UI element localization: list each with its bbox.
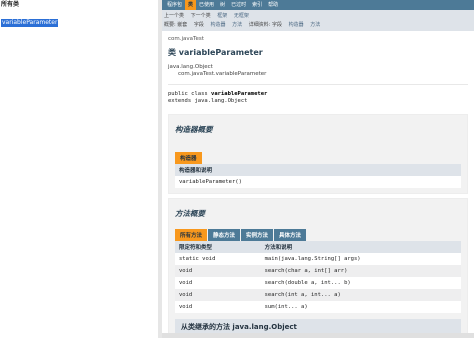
method-link[interactable]: sum(int... a) [260,301,461,313]
detail-method-link[interactable]: 方法 [310,22,320,28]
method-modifier: static void [175,253,261,265]
nav-class: 类 [185,0,197,10]
method-link[interactable]: search(char a, int[] arr) [260,265,461,277]
horizontal-scrollbar[interactable] [162,333,474,338]
class-link-variableparameter[interactable]: variableParameter [1,19,59,27]
constructor-row[interactable]: variableParameter() [175,176,461,188]
summary-method-link[interactable]: 方法 [232,22,242,28]
class-content: com.javaTest 类 variableParameter java.la… [162,31,474,338]
method-tabs: 所有方法 静态方法 实例方法 具体方法 [175,229,461,241]
summary-field: 字段 [193,22,204,28]
method-summary: 方法概要 所有方法 静态方法 实例方法 具体方法 限定符和类型 方法和说明 st… [168,198,468,338]
tab-all-methods[interactable]: 所有方法 [175,229,208,241]
method-link[interactable]: search(int a, int... a) [260,289,461,301]
inheritance-child: com.javaTest.variableParameter [178,71,267,77]
constructor-column-header: 构造器和说明 [175,164,461,176]
nav-tree[interactable]: 树 [217,0,228,10]
method-link[interactable]: search(double a, int... b) [260,277,461,289]
summary-constructor-link[interactable]: 构造器 [210,22,225,28]
nav-help[interactable]: 帮助 [265,0,281,10]
method-modifier: void [175,289,261,301]
method-modifier: void [175,301,261,313]
nav-use[interactable]: 已使用 [196,0,217,10]
prev-class-link[interactable]: 上一个类 [164,13,184,19]
method-modifier: void [175,265,261,277]
inheritance-parent: java.lang.Object [168,64,213,70]
method-desc-header: 方法和说明 [260,241,461,253]
constructor-summary-heading: 构造器概要 [175,125,213,134]
class-declaration: public class variableParameter extends j… [168,91,468,105]
divider [168,84,468,85]
detail-field-label: 详细资料: 字段 [248,22,282,28]
nav-package[interactable]: 程序包 [164,0,185,10]
all-classes-frame: 所有类 variableParameter [0,0,160,338]
tab-concrete-methods[interactable]: 具体方法 [274,229,307,241]
top-navbar: 程序包 类 已使用 树 已过时 索引 帮助 [162,0,474,10]
class-title: 类 variableParameter [168,48,263,57]
nav-index[interactable]: 索引 [249,0,265,10]
summary-nested-label: 概要: 嵌套 [164,22,188,28]
class-detail-frame: 程序包 类 已使用 树 已过时 索引 帮助 上一个类 下一个类 框架 无框架 概… [162,0,474,338]
method-table: 限定符和类型 方法和说明 static void main(java.lang.S… [175,241,461,313]
nav-deprecated[interactable]: 已过时 [228,0,249,10]
method-link[interactable]: main(java.lang.String[] args) [260,253,461,265]
method-modifier-header: 限定符和类型 [175,241,261,253]
no-frames-link[interactable]: 无框架 [234,13,249,19]
sub-navbar: 上一个类 下一个类 框架 无框架 概要: 嵌套 字段 构造器 方法 详细资料: … [162,10,474,31]
decl-extends: extends java.lang.Object [168,98,248,104]
inheritance-tree: java.lang.Object com.javaTest.variablePa… [168,64,468,78]
all-classes-title: 所有类 [1,1,20,8]
constructor-summary: 构造器概要 构造器 构造器和说明 variableParameter() [168,114,468,194]
method-modifier: void [175,277,261,289]
detail-constructor-link[interactable]: 构造器 [289,22,304,28]
decl-class-name: variableParameter [211,91,268,97]
next-class-link[interactable]: 下一个类 [191,13,211,19]
frames-link[interactable]: 框架 [217,13,227,19]
package-name: com.javaTest [168,36,204,42]
decl-prefix: public class [168,91,212,97]
method-summary-heading: 方法概要 [175,209,205,218]
tab-instance-methods[interactable]: 实例方法 [241,229,274,241]
constructor-table: 构造器和说明 variableParameter() [175,164,461,188]
tab-static-methods[interactable]: 静态方法 [208,229,241,241]
constructor-tab: 构造器 [175,152,202,164]
